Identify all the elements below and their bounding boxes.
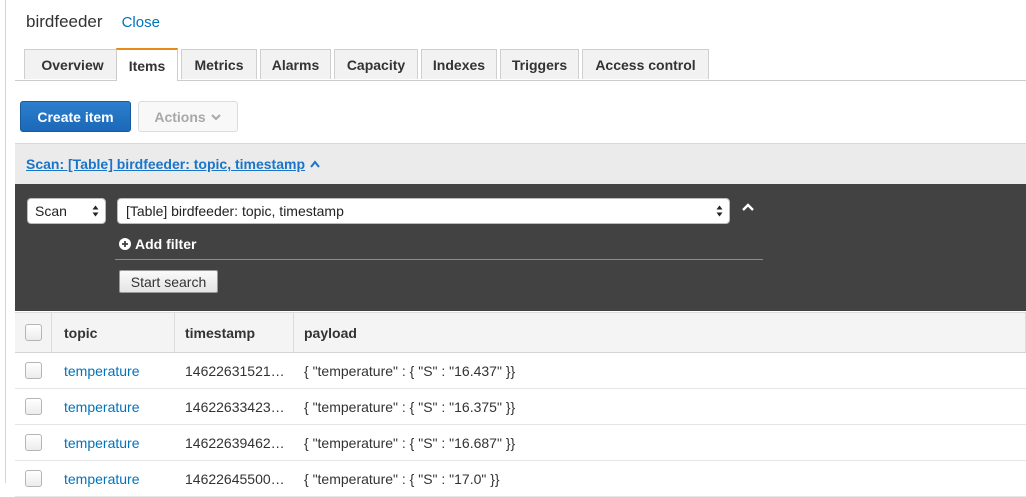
tab-items[interactable]: Items: [116, 48, 178, 81]
collapse-chevron-icon[interactable]: [741, 202, 755, 212]
add-filter-label: Add filter: [135, 236, 197, 252]
table-row: temperature 14622633423… { "temperature"…: [15, 389, 1026, 425]
table-index-select[interactable]: [Table] birdfeeder: topic, timestamp: [117, 198, 730, 224]
start-search-button[interactable]: Start search: [119, 270, 218, 293]
chevron-up-icon: [310, 160, 320, 168]
items-table: topic timestamp payload temperature 1462…: [15, 312, 1026, 497]
payload-value: { "temperature" : { "S" : "17.0" }}: [304, 470, 500, 487]
topic-link[interactable]: temperature: [64, 435, 139, 451]
select-all-checkbox[interactable]: [24, 324, 42, 341]
timestamp-value: 14622639462…: [185, 434, 285, 451]
tab-overview[interactable]: Overview: [24, 49, 121, 79]
payload-cell: { "temperature" : { "S" : "16.437" }}: [294, 353, 1026, 388]
search-panel: Scan [Table] birdfeeder: topic, timestam…: [15, 184, 1026, 311]
payload-value: { "temperature" : { "S" : "16.375" }}: [304, 398, 516, 415]
row-checkbox[interactable]: [25, 434, 42, 451]
panel-divider: [115, 259, 763, 260]
toolbar: Create item Actions: [20, 101, 238, 132]
column-header-topic[interactable]: topic: [52, 313, 175, 352]
topic-link[interactable]: temperature: [64, 471, 139, 487]
select-all-cell: [15, 313, 52, 352]
actions-button: Actions: [138, 101, 238, 132]
timestamp-value: 14622631521…: [185, 362, 285, 379]
select-arrows-icon: [716, 205, 723, 217]
scan-summary-bar: Scan: [Table] birdfeeder: topic, timesta…: [15, 143, 1026, 185]
timestamp-cell: 14622645500…: [175, 461, 294, 496]
payload-cell: { "temperature" : { "S" : "16.687" }}: [294, 425, 1026, 460]
scan-link-text: Scan: [Table] birdfeeder: topic, timesta…: [26, 156, 306, 172]
plus-circle-icon: [119, 238, 131, 250]
tab-capacity[interactable]: Capacity: [334, 49, 418, 79]
timestamp-cell: 14622633423…: [175, 389, 294, 424]
payload-cell: { "temperature" : { "S" : "17.0" }}: [294, 461, 1026, 496]
timestamp-value: 14622645500…: [185, 470, 285, 487]
payload-cell: { "temperature" : { "S" : "16.375" }}: [294, 389, 1026, 424]
row-checkbox-cell: [15, 389, 52, 424]
column-header-timestamp[interactable]: timestamp: [175, 313, 294, 352]
scan-mode-select[interactable]: Scan: [27, 198, 106, 224]
table-header-row: topic timestamp payload: [15, 312, 1026, 353]
table-row: temperature 14622631521… { "temperature"…: [15, 353, 1026, 389]
topic-link[interactable]: temperature: [64, 399, 139, 415]
row-checkbox-cell: [15, 461, 52, 496]
row-checkbox-cell: [15, 425, 52, 460]
tab-access-control[interactable]: Access control: [582, 49, 709, 79]
table-header: birdfeeder Close: [26, 12, 160, 32]
row-checkbox[interactable]: [25, 470, 42, 487]
create-item-button[interactable]: Create item: [20, 101, 131, 132]
table-name: birdfeeder: [26, 12, 103, 31]
payload-value: { "temperature" : { "S" : "16.687" }}: [304, 434, 516, 451]
tab-metrics[interactable]: Metrics: [181, 49, 257, 79]
table-index-value: [Table] birdfeeder: topic, timestamp: [126, 203, 344, 219]
scan-mode-value: Scan: [35, 203, 67, 219]
chevron-down-icon: [210, 113, 221, 120]
topic-cell: temperature: [52, 425, 175, 460]
scan-toggle-link[interactable]: Scan: [Table] birdfeeder: topic, timesta…: [26, 156, 321, 172]
left-border: [5, 0, 6, 483]
timestamp-cell: 14622639462…: [175, 425, 294, 460]
timestamp-cell: 14622631521…: [175, 353, 294, 388]
close-link[interactable]: Close: [122, 14, 160, 31]
payload-value: { "temperature" : { "S" : "16.437" }}: [304, 362, 516, 379]
tab-indexes[interactable]: Indexes: [421, 49, 497, 79]
timestamp-value: 14622633423…: [185, 398, 285, 415]
add-filter-button[interactable]: Add filter: [119, 236, 196, 252]
tab-triggers[interactable]: Triggers: [500, 49, 579, 79]
topic-cell: temperature: [52, 389, 175, 424]
tab-bar: Overview Items Metrics Alarms Capacity I…: [15, 48, 1026, 81]
tab-alarms[interactable]: Alarms: [260, 49, 331, 79]
topic-cell: temperature: [52, 461, 175, 496]
row-checkbox[interactable]: [25, 398, 42, 415]
topic-cell: temperature: [52, 353, 175, 388]
topic-link[interactable]: temperature: [64, 363, 139, 379]
row-checkbox-cell: [15, 353, 52, 388]
table-row: temperature 14622645500… { "temperature"…: [15, 461, 1026, 497]
select-arrows-icon: [92, 205, 99, 217]
row-checkbox[interactable]: [25, 362, 42, 379]
actions-label: Actions: [154, 108, 206, 125]
column-header-payload[interactable]: payload: [294, 313, 1026, 352]
table-row: temperature 14622639462… { "temperature"…: [15, 425, 1026, 461]
